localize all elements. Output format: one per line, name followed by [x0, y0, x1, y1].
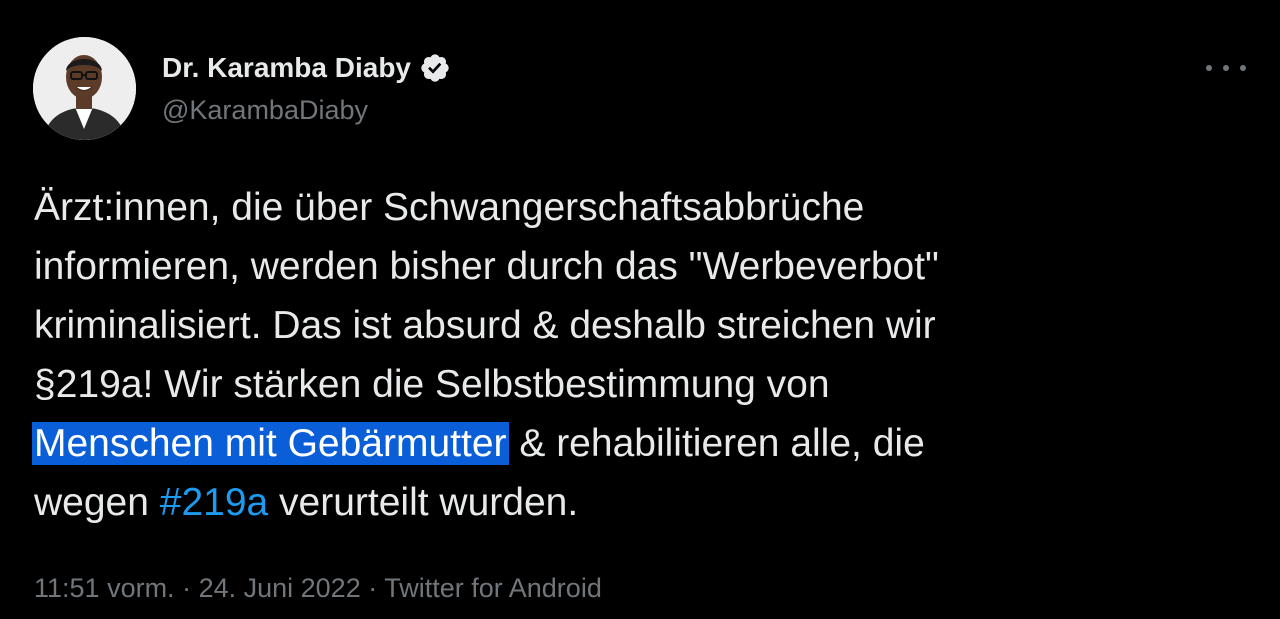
- verified-badge-icon: [419, 52, 451, 84]
- tweet-time-link[interactable]: 11:51 vorm.: [34, 573, 175, 603]
- tweet-text-segment: verurteilt wurden.: [268, 481, 579, 524]
- author-handle[interactable]: @KarambaDiaby: [162, 92, 368, 128]
- separator: ·: [174, 573, 199, 603]
- more-options-button[interactable]: [1206, 58, 1246, 78]
- tweet-text: Ärzt:innen, die über Schwangerschaftsabb…: [32, 178, 1264, 532]
- more-dot-icon: [1223, 65, 1229, 71]
- separator: ·: [360, 573, 385, 603]
- tweet-line: §219a! Wir stärken die Selbstbestimmung …: [34, 363, 830, 406]
- tweet-line: wegen #219a verurteilt wurden.: [34, 473, 1264, 532]
- tweet-metadata: 11:51 vorm. · 24. Juni 2022 · Twitter fo…: [34, 570, 602, 606]
- more-dot-icon: [1240, 65, 1246, 71]
- tweet-line: informieren, werden bisher durch das "We…: [34, 245, 939, 288]
- tweet-date-link[interactable]: 24. Juni 2022: [199, 573, 361, 603]
- tweet-line: Menschen mit Gebärmutter & rehabilitiere…: [32, 414, 1264, 473]
- tweet-text-segment: & rehabilitieren alle, die: [508, 422, 925, 465]
- author-display-name[interactable]: Dr. Karamba Diaby: [162, 50, 451, 86]
- avatar[interactable]: [33, 37, 136, 140]
- selected-text[interactable]: Menschen mit Gebärmutter: [32, 422, 509, 465]
- tweet-line: kriminalisiert. Das ist absurd & deshalb…: [34, 304, 936, 347]
- tweet-line: Ärzt:innen, die über Schwangerschaftsabb…: [34, 186, 865, 229]
- tweet-source-link[interactable]: Twitter for Android: [384, 573, 602, 603]
- tweet-text-segment: wegen: [34, 481, 160, 524]
- author-name-text[interactable]: Dr. Karamba Diaby: [162, 50, 411, 86]
- more-dot-icon: [1206, 65, 1212, 71]
- hashtag-link[interactable]: #219a: [160, 481, 268, 524]
